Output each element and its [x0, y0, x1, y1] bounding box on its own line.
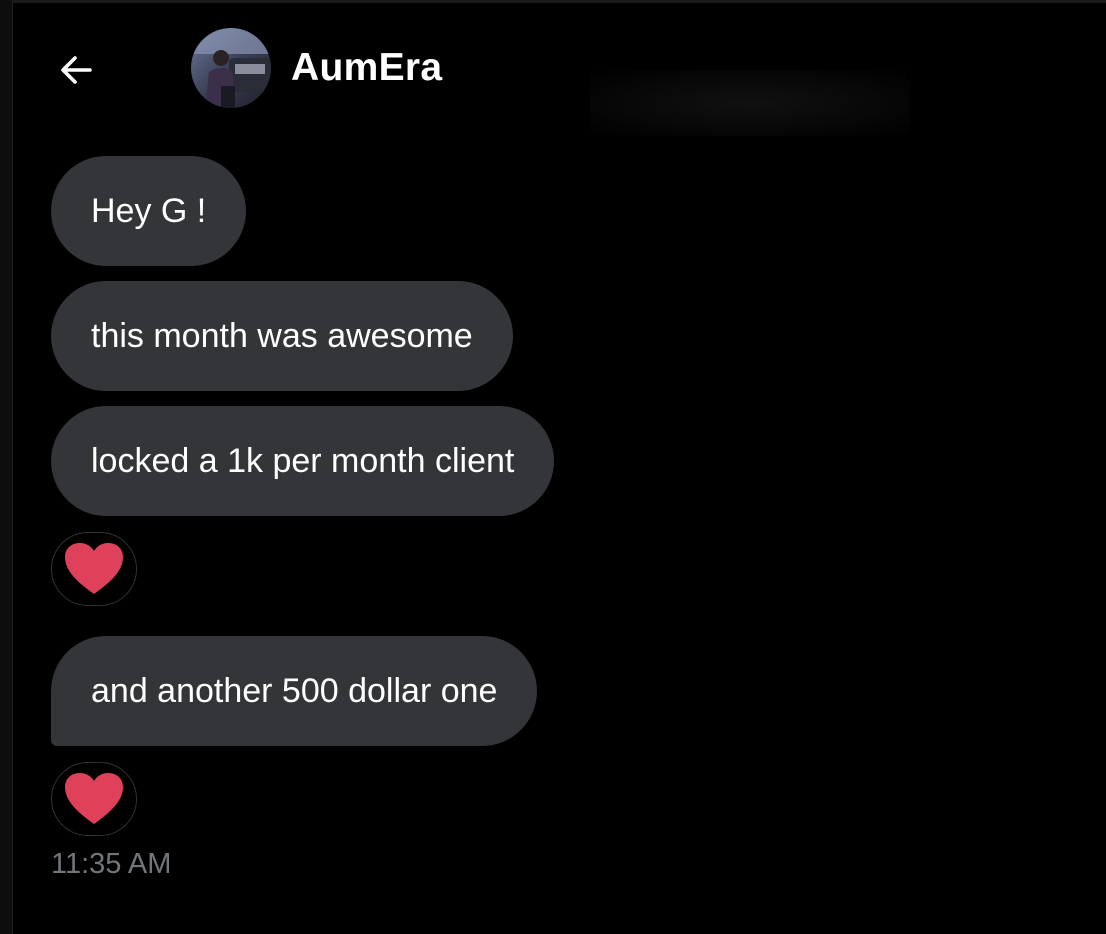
- message-bubble[interactable]: Hey G !: [51, 156, 247, 266]
- message-text: Hey G !: [91, 191, 207, 230]
- window-left-edge: [0, 0, 13, 934]
- heart-reaction[interactable]: [51, 532, 137, 606]
- back-button[interactable]: [54, 48, 98, 92]
- arrow-left-icon: [61, 56, 92, 84]
- message-text: locked a 1k per month client: [91, 441, 515, 480]
- heart-icon: [65, 773, 123, 824]
- heart-icon: [65, 543, 123, 594]
- message-bubble[interactable]: this month was awesome: [51, 281, 513, 391]
- message-bubble[interactable]: and another 500 dollar one: [51, 636, 538, 746]
- avatar-image: [191, 28, 271, 108]
- message-text: and another 500 dollar one: [91, 671, 498, 710]
- avatar[interactable]: [191, 28, 271, 108]
- heart-reaction[interactable]: [51, 762, 137, 836]
- message-text: this month was awesome: [91, 316, 473, 355]
- conversation-header: AumEra: [0, 0, 1106, 140]
- blurred-header-area: [590, 70, 910, 136]
- contact-name[interactable]: AumEra: [291, 46, 442, 90]
- message-bubble[interactable]: locked a 1k per month client: [51, 406, 555, 516]
- message-timestamp: 11:35 AM: [51, 848, 172, 880]
